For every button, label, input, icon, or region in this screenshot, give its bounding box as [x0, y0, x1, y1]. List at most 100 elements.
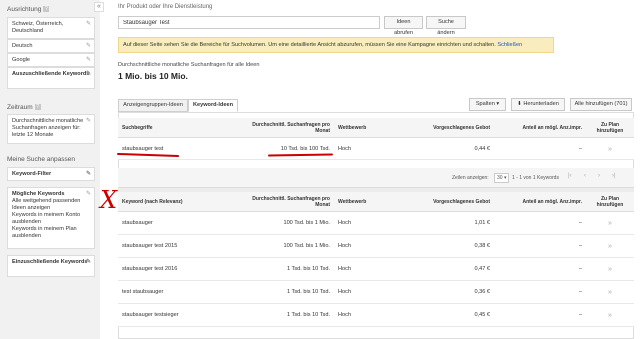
add-to-plan-icon[interactable]: »	[588, 235, 632, 257]
edit-icon[interactable]: ✎	[86, 21, 91, 28]
period-title: Zeitraum?	[7, 104, 41, 111]
sidebar: Ausrichtung? Schweiz, Österreich, Deutsc…	[0, 0, 100, 339]
edit-icon[interactable]: ✎	[86, 71, 91, 78]
col-add-to-plan: Zu Plan hinzufügen	[596, 122, 624, 134]
edit-icon[interactable]: ✎	[86, 57, 91, 64]
network-label: Google	[12, 57, 31, 63]
help-icon[interactable]: ?	[34, 104, 41, 111]
share-cell: –	[578, 289, 582, 295]
competition-cell: Hoch	[338, 312, 352, 318]
competition-cell: Hoch	[338, 220, 352, 226]
col-keyword[interactable]: Keyword (nach Relevanz)	[122, 192, 242, 212]
last-page-icon[interactable]: ›|	[612, 173, 616, 179]
competition-cell: Hoch	[338, 266, 352, 272]
edit-icon[interactable]: ✎	[86, 259, 91, 266]
volume-cell: 100 Tsd. bis 1 Mio.	[283, 243, 330, 249]
keyword-cell: staubsauger testsieger	[122, 312, 179, 318]
bid-cell: 0,45 €	[474, 312, 490, 318]
tab-adgroup-ideas[interactable]: Anzeigengruppen-Ideen	[118, 99, 188, 112]
pagination-bar: Zeilen anzeigen: 30 ▾ 1 - 1 von 1 Keywor…	[118, 168, 634, 188]
bid-cell: 0,36 €	[474, 289, 490, 295]
location-label: Schweiz, Österreich, Deutschland	[12, 21, 64, 34]
keyword-cell: staubsauger test 2015	[122, 243, 178, 249]
product-label: Ihr Produkt oder Ihre Dienstleistung	[118, 4, 213, 10]
col-avg-searches[interactable]: Durchschnittl. Suchanfragen pro Monat	[246, 192, 330, 212]
volume-value: 1 Mio. bis 10 Mio.	[118, 71, 188, 81]
date-range[interactable]: Durchschnittliche monatliche Suchanfrage…	[7, 114, 95, 144]
notice-text: Auf dieser Seite sehen Sie die Bereiche …	[123, 42, 496, 48]
col-impr-share[interactable]: Anteil an mögl. Anz.impr.	[498, 192, 582, 212]
edit-icon[interactable]: ✎	[86, 171, 91, 178]
add-to-plan-icon[interactable]: »	[588, 304, 632, 326]
location-target[interactable]: Schweiz, Österreich, Deutschland ✎	[7, 17, 95, 39]
get-ideas-button[interactable]: Ideen abrufen	[384, 16, 423, 36]
col-impr-share[interactable]: Anteil an mögl. Anz.impr.	[498, 118, 582, 138]
negative-keywords[interactable]: Auszuschließende Keywords ✎	[7, 67, 95, 89]
volume-label: Durchschnittliche monatliche Suchanfrage…	[118, 62, 260, 68]
info-notice: Auf dieser Seite sehen Sie die Bereiche …	[118, 37, 554, 53]
collapse-sidebar-button[interactable]: «	[94, 2, 104, 12]
keyword-filter-label: Keyword-Filter	[12, 171, 52, 177]
table-row: staubsauger 100 Tsd. bis 1 Mio. Hoch 1,0…	[118, 212, 634, 235]
col-competition[interactable]: Wettbewerb	[338, 192, 398, 212]
competition-cell: Hoch	[338, 243, 352, 249]
bid-cell: 0,47 €	[474, 266, 490, 272]
product-search-input[interactable]	[118, 16, 380, 29]
volume-cell: 100 Tsd. bis 1 Mio.	[283, 220, 330, 226]
columns-button[interactable]: Spalten ▾	[469, 98, 506, 111]
help-icon[interactable]: ?	[43, 6, 50, 13]
add-all-button[interactable]: Alle hinzufügen (701)	[570, 98, 632, 111]
prev-page-icon[interactable]: ‹	[584, 173, 586, 179]
keyword-filter[interactable]: Keyword-Filter ✎	[7, 167, 95, 181]
language-target[interactable]: Deutsch ✎	[7, 39, 95, 53]
col-suggested-bid[interactable]: Vorgeschlagenes Gebot	[418, 192, 490, 212]
share-cell: –	[578, 146, 582, 152]
col-avg-searches[interactable]: Durchschnittl. Suchanfragen pro Monat	[246, 118, 330, 138]
keyword-cell: test staubsauger	[122, 289, 164, 295]
rows-select[interactable]: 30 ▾	[494, 173, 510, 183]
competition-cell: Hoch	[338, 146, 352, 152]
refine-title: Meine Suche anpassen	[7, 156, 75, 163]
add-to-plan-icon[interactable]: »	[588, 281, 632, 303]
col-search-terms[interactable]: Suchbegriffe	[122, 118, 242, 138]
next-page-icon[interactable]: ›	[598, 173, 600, 179]
edit-icon[interactable]: ✎	[86, 118, 91, 125]
option-hide-account: Keywords in meinem Konto ausblenden	[12, 212, 81, 225]
date-range-label: Durchschnittliche monatliche Suchanfrage…	[12, 118, 84, 138]
keyword-cell: staubsauger test	[122, 146, 164, 152]
bid-cell: 0,44 €	[474, 146, 490, 152]
cross-annotation: X	[100, 186, 118, 214]
add-to-plan-icon[interactable]: »	[588, 212, 632, 234]
keyword-options[interactable]: Mögliche Keywords Alle weitgehend passen…	[7, 187, 95, 249]
download-button[interactable]: ⬇ Herunterladen	[511, 98, 565, 111]
add-to-plan-icon[interactable]: »	[588, 258, 632, 280]
change-search-button[interactable]: Suche ändern	[426, 16, 466, 36]
table-row: test staubsauger 1 Tsd. bis 10 Tsd. Hoch…	[118, 281, 634, 304]
include-keywords-label: Einzuschließende Keywords	[12, 259, 88, 265]
notice-close-link[interactable]: Schließen	[497, 42, 522, 48]
rows-label: Zeilen anzeigen:	[452, 175, 489, 181]
table-row: staubsauger test 2015 100 Tsd. bis 1 Mio…	[118, 235, 634, 258]
add-to-plan-icon[interactable]: »	[588, 138, 632, 160]
col-add-to-plan: Zu Plan hinzufügen	[596, 196, 624, 208]
targeting-title: Ausrichtung?	[7, 6, 50, 13]
network-target[interactable]: Google ✎	[7, 53, 95, 67]
tab-keyword-ideas[interactable]: Keyword-Ideen	[188, 99, 238, 112]
edit-icon[interactable]: ✎	[86, 191, 91, 198]
bid-cell: 1,01 €	[474, 220, 490, 226]
competition-cell: Hoch	[338, 289, 352, 295]
volume-cell: 1 Tsd. bis 10 Tsd.	[286, 289, 330, 295]
search-table-header: Suchbegriffe Durchschnittl. Suchanfragen…	[118, 118, 634, 138]
first-page-icon[interactable]: |‹	[568, 173, 572, 179]
keyword-options-title: Mögliche Keywords	[12, 191, 65, 197]
table-row: staubsauger test 2016 1 Tsd. bis 10 Tsd.…	[118, 258, 634, 281]
option-hide-plan: Keywords in meinem Plan ausblenden	[12, 226, 77, 239]
col-competition[interactable]: Wettbewerb	[338, 118, 398, 138]
option-broad-ideas: Alle weitgehend passenden Ideen anzeigen	[12, 198, 81, 211]
download-label: Herunterladen	[523, 101, 559, 107]
include-keywords[interactable]: Einzuschließende Keywords ✎	[7, 255, 95, 277]
edit-icon[interactable]: ✎	[86, 43, 91, 50]
table-row: staubsauger testsieger 1 Tsd. bis 10 Tsd…	[118, 304, 634, 327]
col-suggested-bid[interactable]: Vorgeschlagenes Gebot	[418, 118, 490, 138]
keyword-cell: staubsauger	[122, 220, 153, 226]
